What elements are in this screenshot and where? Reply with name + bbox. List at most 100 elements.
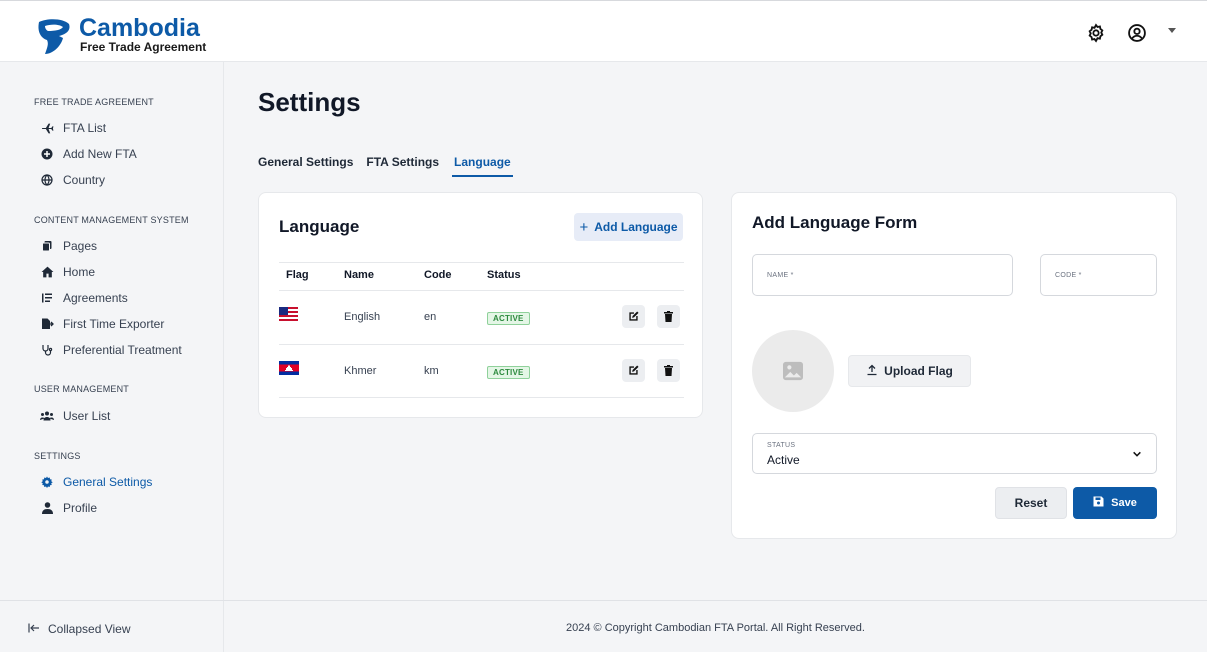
- edit-icon: [629, 365, 639, 375]
- save-label: Save: [1111, 497, 1137, 509]
- sidebar-item-label: Profile: [63, 501, 98, 515]
- page-title: Settings: [258, 87, 361, 117]
- status-badge: ACTIVE: [487, 366, 530, 379]
- status-select-label: STATUS: [767, 442, 796, 449]
- page-footer: 2024 © Copyright Cambodian FTA Portal. A…: [224, 600, 1207, 652]
- sidebar-item-label: User List: [63, 409, 111, 423]
- upload-icon: [866, 364, 878, 379]
- delete-button[interactable]: [657, 305, 680, 328]
- code-field-label: CODE *: [1055, 272, 1082, 279]
- copy-icon: [40, 239, 54, 253]
- sidebar-item-label: Add New FTA: [63, 147, 137, 161]
- edit-button[interactable]: [622, 305, 645, 328]
- add-language-form-card: Add Language Form NAME * CODE * Upload F…: [731, 192, 1177, 539]
- sidebar-item-agreements[interactable]: Agreements: [40, 289, 128, 307]
- status-select-value: Active: [767, 453, 800, 467]
- settings-tabs: General Settings FTA Settings Language: [258, 155, 526, 177]
- logo-subtitle: Free Trade Agreement: [80, 40, 207, 54]
- plus-circle-icon: [40, 147, 54, 161]
- user-icon: [40, 501, 54, 515]
- add-language-button[interactable]: + Add Language: [574, 213, 683, 241]
- column-header-flag: Flag: [286, 269, 309, 281]
- edit-icon: [629, 311, 639, 321]
- upload-flag-button[interactable]: Upload Flag: [848, 355, 971, 387]
- collapse-view-button[interactable]: Collapsed View: [28, 622, 131, 636]
- sidebar-item-label: Preferential Treatment: [63, 343, 182, 357]
- row-name: Khmer: [344, 365, 377, 377]
- section-title-cms: CONTENT MANAGEMENT SYSTEM: [34, 215, 189, 225]
- flag-preview: [752, 330, 834, 412]
- row-code: en: [424, 311, 437, 323]
- tab-language[interactable]: Language: [452, 155, 513, 177]
- section-title-settings: SETTINGS: [34, 451, 81, 461]
- name-field[interactable]: NAME *: [752, 254, 1013, 296]
- logo[interactable]: Cambodia Free Trade Agreement: [33, 14, 213, 54]
- sidebar-item-label: General Settings: [63, 475, 153, 489]
- sidebar-item-label: Agreements: [63, 291, 128, 305]
- table-divider: [279, 290, 684, 291]
- language-card-title: Language: [279, 217, 360, 236]
- home-icon: [40, 265, 54, 279]
- settings-icon[interactable]: [1086, 23, 1106, 43]
- sidebar-footer: Collapsed View: [0, 600, 224, 652]
- column-header-status: Status: [487, 269, 521, 281]
- top-bar: Cambodia Free Trade Agreement: [0, 0, 1207, 62]
- globe-icon: [40, 173, 54, 187]
- plus-icon: +: [579, 218, 589, 236]
- caret-down-icon[interactable]: [1168, 28, 1176, 33]
- sidebar-item-country[interactable]: Country: [40, 171, 105, 189]
- edit-button[interactable]: [622, 359, 645, 382]
- plane-icon: [40, 121, 54, 135]
- name-field-label: NAME *: [767, 272, 794, 279]
- upload-flag-label: Upload Flag: [884, 364, 953, 378]
- delete-button[interactable]: [657, 359, 680, 382]
- language-card: Language + Add Language Flag Name Code S…: [258, 192, 703, 418]
- tab-fta-settings[interactable]: FTA Settings: [366, 155, 439, 177]
- sidebar-item-add-new-fta[interactable]: Add New FTA: [40, 145, 137, 163]
- form-title: Add Language Form: [752, 213, 918, 232]
- sidebar-item-label: FTA List: [63, 121, 107, 135]
- tab-general-settings[interactable]: General Settings: [258, 155, 353, 177]
- row-code: km: [424, 365, 439, 377]
- copyright-text: 2024 © Copyright Cambodian FTA Portal. A…: [566, 622, 865, 634]
- save-button[interactable]: Save: [1073, 487, 1157, 519]
- sidebar-item-label: Country: [63, 173, 106, 187]
- sidebar-item-label: Home: [63, 265, 96, 279]
- status-badge: ACTIVE: [487, 312, 530, 325]
- sidebar-item-fta-list[interactable]: FTA List: [40, 119, 106, 137]
- section-title-fta: FREE TRADE AGREEMENT: [34, 97, 154, 107]
- column-header-code: Code: [424, 269, 452, 281]
- save-icon: [1093, 496, 1104, 510]
- sidebar: FREE TRADE AGREEMENT FTA List Add New FT…: [0, 62, 224, 652]
- list-icon: [40, 291, 54, 305]
- status-select[interactable]: STATUS Active: [752, 433, 1157, 474]
- sidebar-item-general-settings[interactable]: General Settings: [40, 473, 152, 491]
- sidebar-item-pages[interactable]: Pages: [40, 237, 97, 255]
- chevron-down-icon: [1133, 451, 1141, 457]
- reset-button[interactable]: Reset: [995, 487, 1067, 519]
- trash-icon: [664, 311, 673, 322]
- collapse-arrow-icon: [28, 622, 40, 636]
- us-flag-icon: [279, 307, 298, 321]
- trash-icon: [664, 365, 673, 376]
- logo-title: Cambodia: [79, 14, 200, 42]
- sidebar-item-label: First Time Exporter: [63, 317, 165, 331]
- image-icon: [783, 361, 803, 381]
- add-language-label: Add Language: [594, 220, 678, 234]
- sidebar-item-first-time-exporter[interactable]: First Time Exporter: [40, 315, 164, 333]
- sidebar-item-user-list[interactable]: User List: [40, 407, 110, 425]
- users-icon: [40, 409, 54, 423]
- sidebar-item-home[interactable]: Home: [40, 263, 95, 281]
- row-name: English: [344, 311, 381, 323]
- collapse-view-label: Collapsed View: [48, 622, 131, 636]
- column-header-name: Name: [344, 269, 374, 281]
- sidebar-item-profile[interactable]: Profile: [40, 499, 97, 517]
- logo-icon: [38, 19, 70, 54]
- code-field[interactable]: CODE *: [1040, 254, 1157, 296]
- sidebar-item-preferential-treatment[interactable]: Preferential Treatment: [40, 341, 182, 359]
- user-circle-icon[interactable]: [1127, 23, 1147, 43]
- section-title-user-management: USER MANAGEMENT: [34, 384, 130, 394]
- stethoscope-icon: [40, 343, 54, 357]
- sidebar-item-label: Pages: [63, 239, 98, 253]
- cog-icon: [40, 475, 54, 489]
